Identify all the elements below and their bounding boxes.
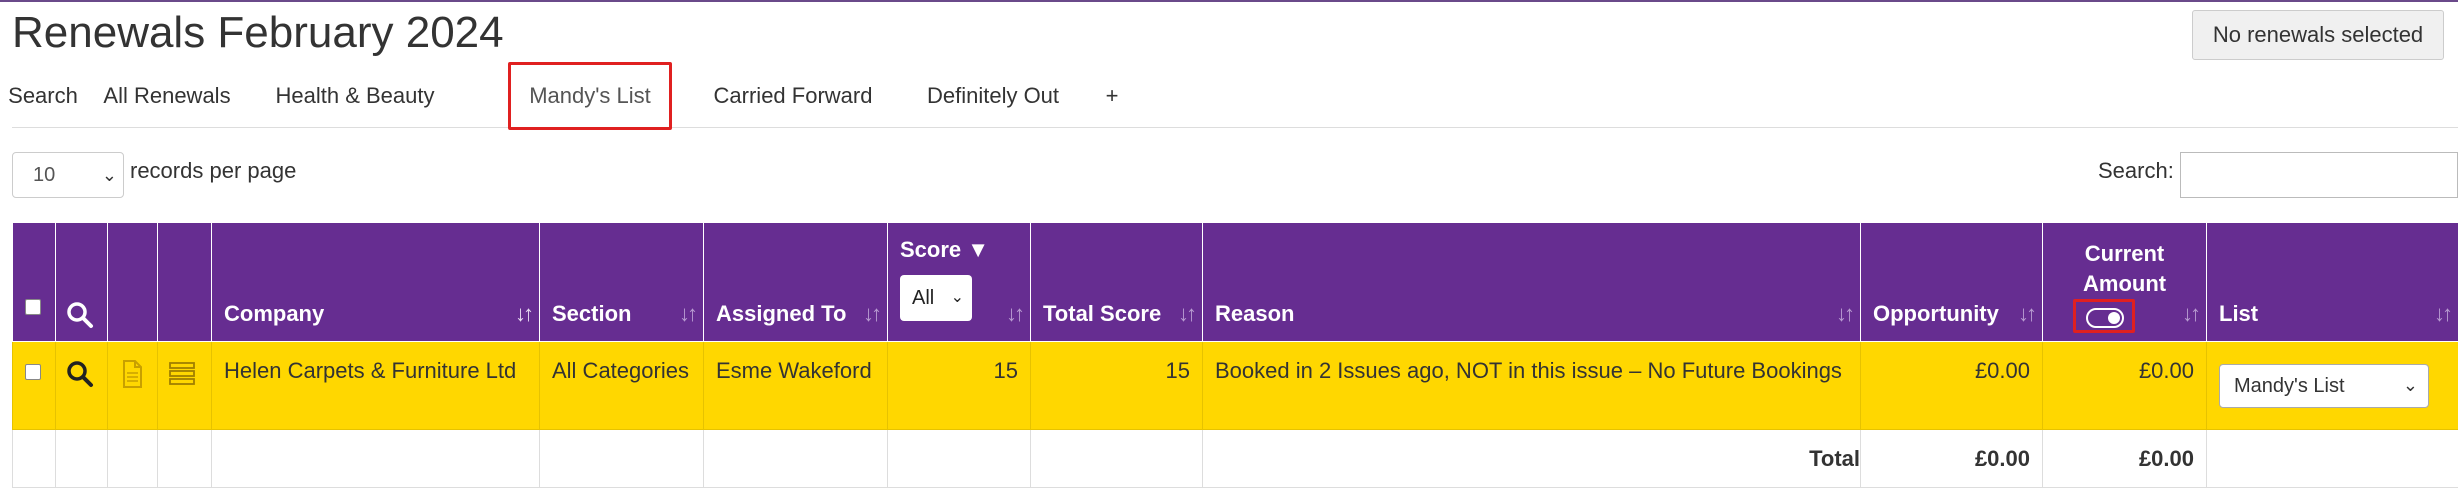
header-assigned-to-label: Assigned To xyxy=(716,301,847,326)
header-total-score-label: Total Score xyxy=(1043,301,1162,326)
table-header-row: Company ↓↑ Section ↓↑ Assigned To ↓↑ Sco… xyxy=(12,222,2458,342)
chevron-down-icon: ⌄ xyxy=(101,165,117,185)
header-reason-label: Reason xyxy=(1215,301,1295,326)
score-filter-select[interactable]: All ⌄ xyxy=(900,275,972,321)
per-page-select[interactable]: 10 ⌄ xyxy=(12,152,124,198)
sort-icon[interactable]: ↓↑ xyxy=(1006,301,1025,327)
header-list-label: List xyxy=(2219,301,2259,326)
selection-status-button[interactable]: No renewals selected xyxy=(2192,10,2444,60)
cell-company: Helen Carpets & Furniture Ltd xyxy=(211,341,540,430)
header-reason[interactable]: Reason ↓↑ xyxy=(1202,222,1861,342)
total-opportunity: £0.00 xyxy=(1860,429,2043,488)
row-document-cell xyxy=(107,341,158,430)
cell-reason: Booked in 2 Issues ago, NOT in this issu… xyxy=(1202,341,1861,430)
per-page-label: records per page xyxy=(130,158,297,183)
header-select-all xyxy=(12,222,56,342)
header-score[interactable]: Score ▼ All ⌄ ↓↑ xyxy=(887,222,1031,342)
header-section-label: Section xyxy=(552,301,632,326)
header-section[interactable]: Section ↓↑ xyxy=(539,222,704,342)
tab-search[interactable]: Search xyxy=(8,64,78,128)
header-assigned-to[interactable]: Assigned To ↓↑ xyxy=(703,222,888,342)
header-opportunity[interactable]: Opportunity ↓↑ xyxy=(1860,222,2043,342)
sort-icon[interactable]: ↓↑ xyxy=(2018,301,2037,327)
tab-mandys-list[interactable]: Mandy's List xyxy=(508,62,672,130)
header-company-label: Company xyxy=(224,301,325,326)
cell-total-score: 15 xyxy=(1030,341,1203,430)
header-doc xyxy=(107,222,158,342)
search-icon[interactable] xyxy=(64,299,96,331)
per-page-value: 10 xyxy=(33,163,56,186)
chevron-down-icon: ⌄ xyxy=(950,289,964,306)
top-border xyxy=(0,0,2458,2)
filter-icon[interactable]: ▼ xyxy=(967,237,989,262)
document-icon[interactable] xyxy=(116,358,148,390)
toggle-highlight xyxy=(2073,299,2135,333)
cell-section: All Categories xyxy=(539,341,704,430)
list-select[interactable]: Mandy's List ⌄ xyxy=(2219,364,2429,408)
sort-icon[interactable]: ↓↑ xyxy=(1178,301,1197,327)
cell-score: 15 xyxy=(887,341,1031,430)
tab-definitely-out[interactable]: Definitely Out xyxy=(908,64,1078,128)
totals-row: Total £0.00 £0.00 xyxy=(12,429,2458,488)
sort-icon[interactable]: ↓↑ xyxy=(2434,301,2453,327)
table-row[interactable]: Helen Carpets & Furniture Ltd All Catego… xyxy=(12,341,2458,430)
header-current-amount[interactable]: Current Amount ↓↑ xyxy=(2042,222,2207,342)
chevron-down-icon: ⌄ xyxy=(2402,375,2418,395)
row-list-cell xyxy=(157,341,212,430)
renewals-table: Company ↓↑ Section ↓↑ Assigned To ↓↑ Sco… xyxy=(12,222,2458,488)
list-icon[interactable] xyxy=(166,358,198,390)
tab-health-beauty[interactable]: Health & Beauty xyxy=(260,64,450,128)
tab-add[interactable]: + xyxy=(1092,64,1132,128)
sort-icon[interactable]: ↓↑ xyxy=(2182,301,2201,327)
tab-all-renewals[interactable]: All Renewals xyxy=(92,64,242,128)
search-icon[interactable] xyxy=(64,358,96,390)
header-current-amount-label: Current Amount xyxy=(2083,241,2167,296)
header-search xyxy=(55,222,108,342)
header-list-icon xyxy=(157,222,212,342)
search-label: Search: xyxy=(2098,158,2174,183)
sort-icon[interactable]: ↓↑ xyxy=(863,301,882,327)
cell-assigned-to: Esme Wakeford xyxy=(703,341,888,430)
header-score-label: Score ▼ xyxy=(900,237,990,262)
cell-current-amount: £0.00 xyxy=(2042,341,2207,430)
select-all-checkbox[interactable] xyxy=(25,299,41,315)
score-filter-value: All xyxy=(912,286,935,309)
row-select-cell xyxy=(12,341,56,430)
row-checkbox[interactable] xyxy=(25,364,41,380)
tab-carried-forward[interactable]: Carried Forward xyxy=(698,64,888,128)
header-total-score[interactable]: Total Score ↓↑ xyxy=(1030,222,1203,342)
cell-list: Mandy's List ⌄ xyxy=(2206,341,2458,430)
cell-opportunity: £0.00 xyxy=(1860,341,2043,430)
header-opportunity-label: Opportunity xyxy=(1873,301,1999,326)
header-list[interactable]: List ↓↑ xyxy=(2206,222,2458,342)
sort-icon[interactable]: ↓↑ xyxy=(515,301,534,327)
sort-icon[interactable]: ↓↑ xyxy=(1836,301,1855,327)
totals-label: Total xyxy=(1202,429,1861,488)
toggle-icon[interactable] xyxy=(2086,308,2124,328)
sort-icon[interactable]: ↓↑ xyxy=(679,301,698,327)
list-select-value: Mandy's List xyxy=(2234,374,2345,397)
header-company[interactable]: Company ↓↑ xyxy=(211,222,540,342)
page-title: Renewals February 2024 xyxy=(12,8,504,57)
search-input[interactable] xyxy=(2180,152,2458,198)
total-current-amount: £0.00 xyxy=(2042,429,2207,488)
row-search-cell xyxy=(55,341,108,430)
tab-bar: Search All Renewals Health & Beauty Mand… xyxy=(8,62,2458,130)
